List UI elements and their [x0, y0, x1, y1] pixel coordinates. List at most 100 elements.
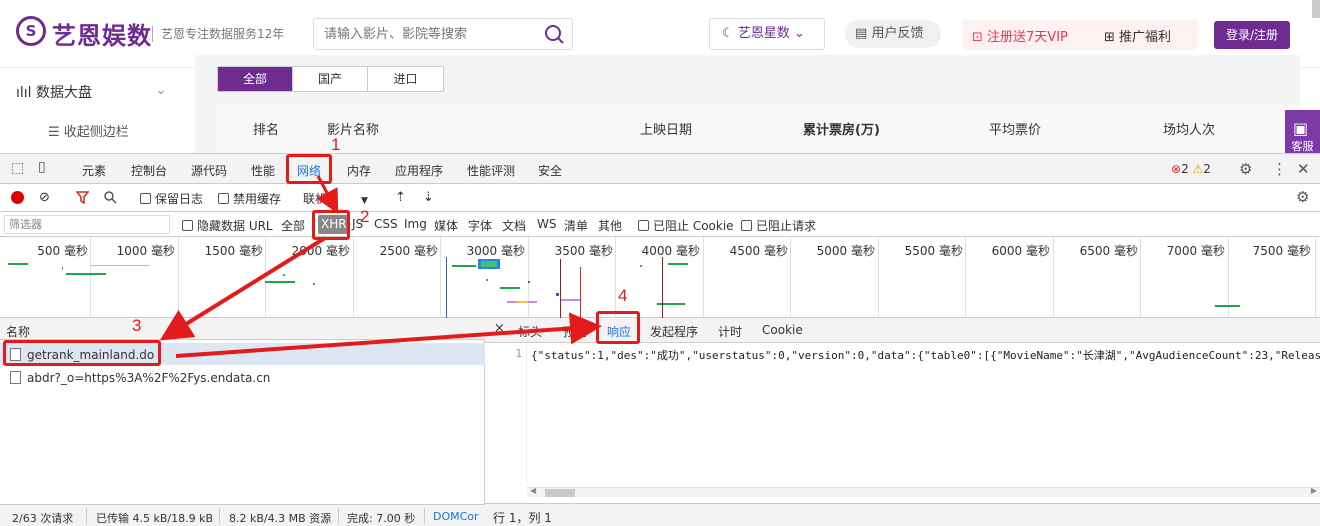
col-avg-audience[interactable]: 场均人次 — [1163, 119, 1215, 138]
star-label: 艺恩星数 — [737, 26, 790, 41]
filter-input[interactable]: 筛选器 — [4, 215, 170, 234]
clear-icon[interactable]: ⊘ — [39, 190, 50, 205]
request-row[interactable]: abdr?_o=https%3A%2F%2Fys.endata.cn — [0, 366, 485, 388]
warning-count: 2 — [1203, 162, 1211, 176]
tab-lighthouse[interactable]: 性能评测 — [467, 162, 515, 179]
scroll-thumb[interactable] — [545, 489, 575, 497]
filter-type-doc[interactable]: 文档 — [502, 217, 526, 234]
tab-console[interactable]: 控制台 — [131, 162, 167, 179]
more-menu-icon[interactable]: ⋮ — [1272, 160, 1287, 178]
name-column-header[interactable]: 名称 — [0, 318, 485, 340]
hide-data-urls-checkbox[interactable]: 隐藏数据 URL — [182, 217, 273, 234]
tab-initiator[interactable]: 发起程序 — [650, 323, 698, 340]
tab-preview[interactable]: 预览 — [563, 323, 587, 340]
filter-type-media[interactable]: 媒体 — [434, 217, 458, 234]
blocked-cookies-checkbox[interactable]: 已阻止 Cookie — [638, 217, 734, 234]
domcontentloaded-time: DOMCor — [433, 510, 479, 523]
import-har-icon[interactable]: ⇡ — [395, 190, 406, 205]
tab-application[interactable]: 应用程序 — [395, 162, 443, 179]
filter-type-manifest[interactable]: 清单 — [564, 217, 588, 234]
tab-elements[interactable]: 元素 — [82, 162, 106, 179]
sidebar-item-dashboard[interactable]: ılıl 数据大盘 — [16, 82, 92, 102]
record-icon[interactable] — [11, 191, 24, 204]
collapse-sidebar-button[interactable]: ☰ 收起侧边栏 — [48, 121, 129, 140]
checkbox-icon — [218, 193, 229, 204]
blocked-requests-label: 已阻止请求 — [756, 219, 817, 233]
filter-type-font[interactable]: 字体 — [468, 217, 492, 234]
grid-icon: ⊞ — [1104, 30, 1120, 45]
filter-type-all[interactable]: 全部 — [281, 217, 305, 234]
highlight-request-row — [3, 340, 161, 366]
preserve-log-checkbox[interactable]: 保留日志 — [140, 190, 203, 207]
network-settings-icon[interactable]: ⚙ — [1296, 188, 1309, 206]
tab-headers[interactable]: 标头 — [518, 323, 542, 340]
search-input[interactable] — [314, 19, 534, 49]
network-toolbar: ⊘ 保留日志 禁用缓存 联机 ▼ ⇡ ⇣ ⚙ — [0, 184, 1320, 212]
network-overview-timeline[interactable]: 500 毫秒 1000 毫秒 1500 毫秒 2000 毫秒 2500 毫秒 3… — [0, 237, 1320, 318]
tab-domestic[interactable]: 国产 — [293, 67, 368, 91]
chevron-down-icon[interactable]: ⌄ — [155, 82, 167, 98]
warning-icon: ⚠ — [1192, 162, 1204, 176]
inspect-icon[interactable]: ⬚ — [11, 160, 24, 176]
devtools-tabbar: ⬚ ▯ 元素 控制台 源代码 性能 网络 内存 应用程序 性能评测 安全 ⊗2 … — [0, 154, 1320, 184]
filter-type-ws[interactable]: WS — [537, 217, 556, 231]
col-total-box-office[interactable]: 累计票房(万) — [803, 119, 880, 138]
feedback-button[interactable]: ▤ 用户反馈 — [845, 20, 941, 48]
filter-type-other[interactable]: 其他 — [598, 217, 622, 234]
col-release-date[interactable]: 上映日期 — [640, 119, 692, 138]
scroll-right-icon[interactable]: ▶ — [1311, 486, 1317, 495]
vip-link[interactable]: ⊡ 注册送7天VIP — [972, 26, 1068, 45]
logo-text[interactable]: 艺恩娱数 — [52, 16, 152, 51]
page-scrollbar[interactable] — [1312, 0, 1320, 18]
checkbox-icon — [140, 193, 151, 204]
tab-all[interactable]: 全部 — [218, 67, 293, 91]
transferred-size: 已传输 4.5 kB/18.9 kB — [96, 512, 214, 525]
device-toolbar-icon[interactable]: ▯ — [38, 159, 46, 175]
disable-cache-checkbox[interactable]: 禁用缓存 — [218, 190, 281, 207]
tab-timing[interactable]: 计时 — [718, 323, 742, 340]
cursor-position: 行 1，列 1 — [485, 503, 1320, 526]
filter-type-css[interactable]: CSS — [374, 217, 398, 231]
divider — [338, 508, 339, 524]
customer-service-button[interactable]: ▣ 客服 — [1285, 110, 1320, 155]
blocked-requests-checkbox[interactable]: 已阻止请求 — [741, 217, 816, 234]
export-har-icon[interactable]: ⇣ — [423, 190, 434, 205]
collapse-icon: ☰ — [48, 125, 64, 140]
search-icon[interactable] — [544, 24, 564, 44]
col-rank[interactable]: 排名 — [253, 119, 279, 138]
highlight-response-tab — [596, 311, 640, 344]
hide-data-urls-label: 隐藏数据 URL — [197, 219, 273, 233]
sidebar: ılıl 数据大盘 ⌄ ☰ 收起侧边栏 — [0, 68, 195, 153]
tab-cookies[interactable]: Cookie — [762, 323, 803, 337]
close-icon[interactable]: × — [494, 321, 505, 336]
response-text[interactable]: {"status":1,"des":"成功","userstatus":0,"v… — [531, 347, 1320, 363]
highlight-xhr-filter — [312, 210, 350, 240]
divider — [86, 508, 87, 524]
gear-icon[interactable]: ⚙ — [1239, 160, 1252, 178]
search-icon[interactable] — [104, 191, 117, 204]
tab-memory[interactable]: 内存 — [347, 162, 371, 179]
tab-performance[interactable]: 性能 — [251, 162, 275, 179]
col-avg-price[interactable]: 平均票价 — [989, 119, 1041, 138]
annotation-number-4: 4 — [618, 286, 628, 305]
site-search[interactable] — [313, 18, 573, 50]
scroll-left-icon[interactable]: ◀ — [530, 486, 536, 495]
login-button[interactable]: 登录/注册 — [1214, 21, 1290, 49]
request-detail-pane: × 标头 预览 响应 发起程序 计时 Cookie 1 {"status":1,… — [485, 318, 1320, 526]
gift-icon: ⊡ — [972, 30, 988, 45]
tab-imported[interactable]: 进口 — [368, 67, 443, 91]
tab-sources[interactable]: 源代码 — [191, 162, 227, 179]
close-icon[interactable]: ✕ — [1297, 160, 1310, 178]
response-viewer[interactable]: 1 {"status":1,"des":"成功","userstatus":0,… — [485, 343, 1320, 503]
issues-counter[interactable]: ⊗2 ⚠2 — [1171, 162, 1211, 176]
horizontal-scrollbar[interactable]: ◀ ▶ — [527, 486, 1320, 497]
star-dropdown[interactable]: ☾ 艺恩星数 ⌄ — [709, 18, 825, 50]
logo-icon[interactable]: S — [16, 16, 46, 46]
filter-icon[interactable] — [76, 191, 89, 204]
request-name: abdr?_o=https%3A%2F%2Fys.endata.cn — [27, 371, 271, 385]
throttling-select[interactable]: 联机 ▼ — [303, 190, 368, 207]
promo-label: 推广福利 — [1119, 30, 1172, 45]
filter-type-img[interactable]: Img — [404, 217, 427, 231]
promo-link[interactable]: ⊞ 推广福利 — [1104, 26, 1171, 45]
tab-security[interactable]: 安全 — [538, 162, 562, 179]
